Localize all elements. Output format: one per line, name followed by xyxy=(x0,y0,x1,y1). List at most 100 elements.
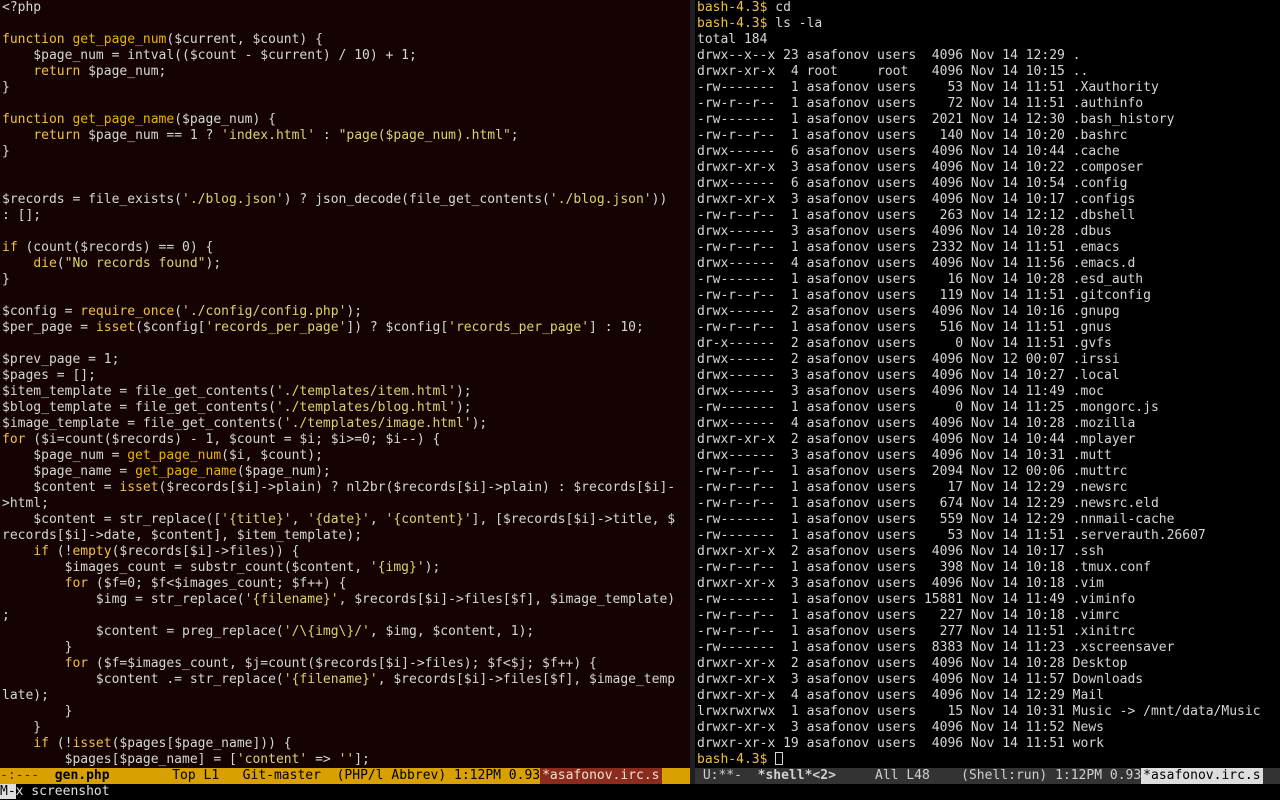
shell-line: -rw-r--r-- 1 asafonov users 674 Nov 14 1… xyxy=(697,496,1159,511)
buffer-status: U:**- xyxy=(695,768,758,783)
text-cursor xyxy=(775,752,784,765)
code-line: ; xyxy=(2,608,10,623)
code-line: $blog_template = file_get_contents('./te… xyxy=(2,400,472,415)
code-line: function get_page_num($current, $count) … xyxy=(2,32,323,47)
code-line: $item_template = file_get_contents('./te… xyxy=(2,384,472,399)
shell-line: drwx------ 6 asafonov users 4096 Nov 14 … xyxy=(697,176,1128,191)
shell-line: bash-4.3$ ls -la xyxy=(697,16,823,31)
shell-line: drwxr-xr-x 4 asafonov users 4096 Nov 14 … xyxy=(697,688,1104,703)
buffer-position: Top L1 xyxy=(172,768,220,783)
code-line: $page_name = get_page_name($page_num); xyxy=(2,464,331,479)
code-line: $page_num = get_page_num($i, $count); xyxy=(2,448,323,463)
code-lines: <?php function get_page_num($current, $c… xyxy=(0,0,690,768)
shell-line: drwx------ 3 asafonov users 4096 Nov 14 … xyxy=(697,368,1120,383)
php-editor-buffer[interactable]: <?php function get_page_num($current, $c… xyxy=(0,0,690,768)
shell-line: drwx------ 2 asafonov users 4096 Nov 12 … xyxy=(697,352,1120,367)
shell-line: drwxr-xr-x 2 asafonov users 4096 Nov 14 … xyxy=(697,656,1128,671)
code-line: } xyxy=(2,704,73,719)
shell-line: -rw-r--r-- 1 asafonov users 263 Nov 14 1… xyxy=(697,208,1136,223)
code-line: $pages = []; xyxy=(2,368,96,383)
shell-prompt-line[interactable]: bash-4.3$ xyxy=(695,752,1280,768)
shell-line: -rw-r--r-- 1 asafonov users 2332 Nov 14 … xyxy=(697,240,1120,255)
right-mode-line[interactable]: U:**- *shell*<2> All L48 (Shell:run) 1:1… xyxy=(695,768,1280,784)
shell-line: -rw------- 1 asafonov users 53 Nov 14 11… xyxy=(697,80,1159,95)
shell-line: -rw-r--r-- 1 asafonov users 140 Nov 14 1… xyxy=(697,128,1128,143)
left-mode-line[interactable]: -:--- gen.php Top L1 Git-master (PHP/l A… xyxy=(0,768,690,784)
shell-line: -rw-r--r-- 1 asafonov users 516 Nov 14 1… xyxy=(697,320,1112,335)
code-line: die("No records found"); xyxy=(33,256,222,271)
code-line: if (count($records) == 0) { xyxy=(2,240,214,255)
code-line: $config = require_once('./config/config.… xyxy=(2,304,363,319)
shell-line: drwxr-xr-x 2 asafonov users 4096 Nov 14 … xyxy=(697,544,1104,559)
minibuffer-command[interactable]: x screenshot xyxy=(16,784,110,799)
buffer-position: All L48 xyxy=(875,768,930,783)
code-line: $image_template = file_get_contents('./t… xyxy=(2,416,488,431)
vcs-branch[interactable]: Git-master xyxy=(243,768,321,784)
shell-line: -rw-r--r-- 1 asafonov users 227 Nov 14 1… xyxy=(697,608,1120,623)
code-line: records[$i]->date, $content], $item_temp… xyxy=(2,528,363,543)
code-line: function get_page_name($page_num) { xyxy=(2,112,276,127)
code-line: } xyxy=(2,80,10,95)
shell-line: drwxr-xr-x 3 asafonov users 4096 Nov 14 … xyxy=(697,192,1136,207)
code-line: : []; xyxy=(2,208,42,223)
shell-line: -rw-r--r-- 1 asafonov users 119 Nov 14 1… xyxy=(697,288,1151,303)
shell-line: drwx------ 4 asafonov users 4096 Nov 14 … xyxy=(697,256,1136,271)
shell-line: -rw-r--r-- 1 asafonov users 72 Nov 14 11… xyxy=(697,96,1144,111)
major-mode[interactable]: (Shell:run) xyxy=(961,768,1047,784)
code-line: $images_count = substr_count($content, '… xyxy=(2,560,441,575)
shell-line: -rw-r--r-- 1 asafonov users 398 Nov 14 1… xyxy=(697,560,1151,575)
shell-line: drwx--x--x 23 asafonov users 4096 Nov 14… xyxy=(697,48,1081,63)
code-line: >html; xyxy=(2,496,49,511)
code-line: } xyxy=(2,640,73,655)
code-line: return $page_num; xyxy=(33,64,167,79)
code-line: } xyxy=(2,720,42,735)
shell-line: -rw-r--r-- 1 asafonov users 17 Nov 14 12… xyxy=(697,480,1128,495)
irc-tracking[interactable]: *asafonov.irc.s xyxy=(540,768,662,784)
code-line: $content = isset($records[$i]->plain) ? … xyxy=(2,480,676,495)
code-line: for ($f=$images_count, $j=count($records… xyxy=(64,656,597,671)
shell-line: dr-x------ 2 asafonov users 0 Nov 14 11:… xyxy=(697,336,1112,351)
shell-line: drwxr-xr-x 3 asafonov users 4096 Nov 14 … xyxy=(697,720,1104,735)
shell-line: -rw-r--r-- 1 asafonov users 277 Nov 14 1… xyxy=(697,624,1136,639)
shell-line: drwx------ 6 asafonov users 4096 Nov 14 … xyxy=(697,144,1120,159)
buffer-status: -:--- xyxy=(0,768,55,783)
shell-line: drwxr-xr-x 2 asafonov users 4096 Nov 14 … xyxy=(697,432,1136,447)
shell-line: total 184 xyxy=(697,32,768,47)
minibuffer[interactable]: M-x screenshot xyxy=(0,784,1280,800)
code-line: $img = str_replace('{filename}', $record… xyxy=(2,592,676,607)
shell-line: -rw------- 1 asafonov users 8383 Nov 14 … xyxy=(697,640,1175,655)
shell-line: -rw------- 1 asafonov users 559 Nov 14 1… xyxy=(697,512,1175,527)
code-line: return $page_num == 1 ? 'index.html' : "… xyxy=(33,128,519,143)
shell-line: bash-4.3$ cd xyxy=(697,0,791,15)
shell-buffer[interactable]: bash-4.3$ cd bash-4.3$ ls -la total 184 drw… xyxy=(695,0,1280,768)
code-line: $pages[$page_name] = ['content' => '']; xyxy=(2,752,370,767)
buffer-name[interactable]: *shell*<2> xyxy=(758,768,836,784)
shell-line: -rw------- 1 asafonov users 16 Nov 14 10… xyxy=(697,272,1144,287)
code-line: late); xyxy=(2,688,49,703)
shell-line: drwxr-xr-x 19 asafonov users 4096 Nov 14… xyxy=(697,736,1104,751)
shell-line: drwx------ 3 asafonov users 4096 Nov 14 … xyxy=(697,224,1112,239)
code-line: $content = preg_replace('/\{img\}/', $im… xyxy=(2,624,535,639)
irc-tracking[interactable]: *asafonov.irc.s xyxy=(1141,768,1263,784)
shell-prompt: bash-4.3$ xyxy=(697,752,776,767)
code-line: $page_num = intval(($count - $current) /… xyxy=(2,48,417,63)
major-minor-modes[interactable]: (PHP/l Abbrev) xyxy=(337,768,447,784)
code-line: $content .= str_replace('{filename}', $r… xyxy=(2,672,676,687)
shell-line: drwxr-xr-x 3 asafonov users 4096 Nov 14 … xyxy=(697,672,1144,687)
code-line: for ($f=0; $f<$images_count; $f++) { xyxy=(64,576,347,591)
buffer-filename[interactable]: gen.php xyxy=(55,768,110,784)
shell-line: drwx------ 2 asafonov users 4096 Nov 14 … xyxy=(697,304,1120,319)
code-line: <?php xyxy=(2,0,42,15)
shell-line: drwxr-xr-x 3 asafonov users 4096 Nov 14 … xyxy=(697,160,1144,175)
shell-line: drwx------ 3 asafonov users 4096 Nov 14 … xyxy=(697,384,1104,399)
shell-line: -rw------- 1 asafonov users 2021 Nov 14 … xyxy=(697,112,1175,127)
clock-load: 1:12PM 0.93 xyxy=(1055,768,1142,783)
shell-line: -rw-r--r-- 1 asafonov users 2094 Nov 12 … xyxy=(697,464,1128,479)
code-line: for ($i=count($records) - 1, $count = $i… xyxy=(2,432,441,447)
shell-line: lrwxrwxrwx 1 asafonov users 15 Nov 14 10… xyxy=(697,704,1261,719)
